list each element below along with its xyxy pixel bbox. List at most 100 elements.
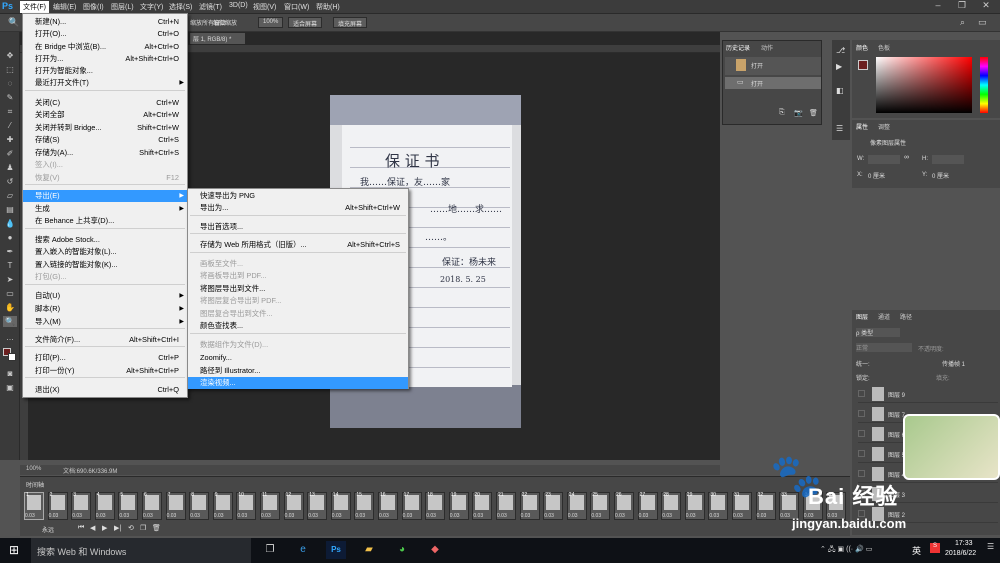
more-tools-icon[interactable]: … bbox=[3, 332, 17, 343]
minimize-icon[interactable]: – bbox=[926, 0, 950, 14]
windows-start-icon[interactable]: ⊞ bbox=[9, 543, 19, 557]
file-menu-item[interactable]: 自动(U) ▶ bbox=[23, 290, 187, 302]
export-menu-item[interactable]: 颜色查找表... bbox=[188, 320, 408, 332]
timeline-frame[interactable]: 24 0.03 bbox=[566, 492, 587, 520]
history-state-row[interactable]: ▭ 打开 bbox=[725, 77, 821, 89]
layer-filter-select[interactable]: ρ 类型 bbox=[856, 328, 900, 337]
notification-icon[interactable]: ☰ bbox=[987, 542, 994, 551]
menu-filter[interactable]: 滤镜(T) bbox=[196, 2, 225, 12]
y-field[interactable]: 0 厘米 bbox=[932, 171, 949, 180]
properties-panel-icon[interactable]: ☰ bbox=[836, 124, 843, 133]
stamp-tool-icon[interactable]: ♟ bbox=[3, 162, 17, 173]
tab-paths[interactable]: 路径 bbox=[900, 312, 912, 321]
file-menu-item[interactable]: 打开(O)... Ctrl+O bbox=[23, 28, 187, 40]
timeline-frame[interactable]: 25 0.03 bbox=[590, 492, 611, 520]
frame-duration[interactable]: 0.03 bbox=[568, 513, 578, 519]
frame-duration[interactable]: 0.03 bbox=[615, 513, 625, 519]
file-menu-item[interactable]: 最近打开文件(T) ▶ bbox=[23, 77, 187, 89]
marquee-tool-icon[interactable]: ⬚ bbox=[3, 64, 17, 75]
app-icon[interactable]: ◆ bbox=[425, 541, 445, 559]
history-snapshot-row[interactable]: 打开 bbox=[725, 57, 821, 75]
file-menu-item[interactable]: 打开为智能对象... bbox=[23, 65, 187, 77]
timeline-frame[interactable]: 26 0.03 bbox=[614, 492, 634, 520]
tab-history[interactable]: 历史记录 bbox=[726, 43, 750, 52]
duplicate-frame-icon[interactable]: ❐ bbox=[140, 524, 146, 532]
tab-adjustments[interactable]: 调整 bbox=[878, 122, 890, 131]
clock-date[interactable]: 2018/6/22 bbox=[945, 550, 976, 557]
timeline-frame[interactable]: 3 0.03 bbox=[71, 492, 92, 520]
frame-duration[interactable]: 0.03 bbox=[308, 513, 318, 519]
frame-duration[interactable]: 0.03 bbox=[662, 513, 672, 519]
frame-duration[interactable]: 0.03 bbox=[261, 513, 271, 519]
history-brush-icon[interactable]: ↺ bbox=[3, 176, 17, 187]
blur-tool-icon[interactable]: 💧 bbox=[3, 218, 17, 229]
clock-time[interactable]: 17:33 bbox=[955, 540, 973, 547]
timeline-frame[interactable]: 14 0.03 bbox=[330, 492, 351, 520]
menu-select[interactable]: 选择(S) bbox=[166, 2, 195, 12]
close-icon[interactable]: ✕ bbox=[974, 0, 998, 14]
timeline-frame[interactable]: 11 0.03 bbox=[260, 492, 280, 520]
delete-frame-icon[interactable]: 🗑 bbox=[152, 524, 161, 532]
sogou-icon[interactable]: S bbox=[930, 543, 940, 553]
workspace-icon[interactable]: ▭ bbox=[978, 17, 987, 28]
height-field[interactable] bbox=[932, 155, 964, 164]
first-frame-icon[interactable]: ⏮ bbox=[78, 524, 84, 532]
fit-screen-button[interactable]: 适合屏幕 bbox=[288, 17, 323, 28]
file-menu-item[interactable]: 在 Bridge 中浏览(B)... Alt+Ctrl+O bbox=[23, 41, 187, 53]
frame-duration[interactable]: 0.03 bbox=[591, 513, 601, 519]
taskbar-search[interactable]: 搜索 Web 和 Windows bbox=[31, 538, 251, 563]
next-frame-icon[interactable]: ▶| bbox=[114, 524, 121, 532]
width-field[interactable] bbox=[868, 155, 900, 164]
trash-icon[interactable]: 🗑 bbox=[809, 109, 818, 117]
export-menu-item[interactable]: Zoomify... bbox=[188, 352, 408, 364]
visibility-toggle[interactable] bbox=[858, 410, 865, 417]
timeline-frame[interactable]: 15 0.03 bbox=[354, 492, 375, 520]
path-select-icon[interactable]: ➤ bbox=[3, 274, 17, 285]
tab-actions[interactable]: 动作 bbox=[761, 43, 773, 52]
quick-select-tool-icon[interactable]: ✎ bbox=[3, 92, 17, 103]
timeline-frame[interactable]: 8 0.03 bbox=[189, 492, 210, 520]
dodge-tool-icon[interactable]: ● bbox=[3, 232, 17, 243]
healing-tool-icon[interactable]: ✚ bbox=[3, 134, 17, 145]
frame-duration[interactable]: 0.03 bbox=[473, 513, 483, 519]
actions-panel-icon[interactable]: ▶ bbox=[836, 62, 842, 71]
visibility-toggle[interactable] bbox=[858, 450, 865, 457]
hand-tool-icon[interactable]: ✋ bbox=[3, 302, 17, 313]
timeline-frame[interactable]: 7 0.03 bbox=[165, 492, 186, 520]
file-menu-item[interactable]: 存储为(A)... Shift+Ctrl+S bbox=[23, 147, 187, 159]
menu-help[interactable]: 帮助(H) bbox=[313, 2, 343, 12]
timeline-frame[interactable]: 16 0.03 bbox=[378, 492, 398, 520]
restore-icon[interactable]: ❐ bbox=[950, 0, 974, 14]
file-menu-item[interactable]: 打开为... Alt+Shift+Ctrl+O bbox=[23, 53, 187, 65]
timeline-frame[interactable]: 31 0.03 bbox=[732, 492, 752, 520]
propagate-frame-checkbox[interactable]: 传播帧 1 bbox=[942, 359, 965, 368]
timeline-frame[interactable]: 10 0.03 bbox=[236, 492, 257, 520]
frame-duration[interactable]: 0.03 bbox=[119, 513, 129, 519]
photoshop-taskbar-icon[interactable]: Ps bbox=[326, 541, 346, 559]
frame-duration[interactable]: 0.03 bbox=[72, 513, 82, 519]
frame-duration[interactable]: 0.03 bbox=[521, 513, 531, 519]
visibility-toggle[interactable] bbox=[858, 390, 865, 397]
frame-duration[interactable]: 0.03 bbox=[686, 513, 696, 519]
file-menu-item[interactable]: 在 Behance 上共享(D)... bbox=[23, 215, 187, 227]
frame-duration[interactable]: 0.03 bbox=[190, 513, 200, 519]
screen-mode-icon[interactable]: ▣ bbox=[3, 382, 17, 393]
frame-duration[interactable]: 0.03 bbox=[757, 513, 767, 519]
frame-duration[interactable]: 0.03 bbox=[544, 513, 554, 519]
file-menu-item[interactable]: 置入链接的智能对象(K)... bbox=[23, 259, 187, 271]
file-menu-item[interactable]: 文件简介(F)... Alt+Shift+Ctrl+I bbox=[23, 334, 187, 346]
timeline-frame[interactable]: 5 0.03 bbox=[118, 492, 139, 520]
frame-duration[interactable]: 0.03 bbox=[214, 513, 224, 519]
file-menu-item[interactable]: 存储(S) Ctrl+S bbox=[23, 134, 187, 146]
export-menu-item[interactable]: 导出为... Alt+Shift+Ctrl+W bbox=[188, 202, 408, 214]
timeline-frame[interactable]: 22 0.03 bbox=[519, 492, 540, 520]
zoom-tool-icon[interactable]: 🔍 bbox=[8, 17, 19, 28]
fine-zoom-checkbox[interactable]: 细微缩放 bbox=[213, 18, 237, 27]
export-menu-item[interactable]: 导出首选项... bbox=[188, 221, 408, 233]
timeline-frame[interactable]: 23 0.03 bbox=[543, 492, 564, 520]
timeline-frame[interactable]: 9 0.03 bbox=[212, 492, 233, 520]
timeline-frame[interactable]: 12 0.03 bbox=[283, 492, 304, 520]
export-menu-item[interactable]: 将图层导出到文件... bbox=[188, 283, 408, 295]
menu-3d[interactable]: 3D(D) bbox=[226, 2, 251, 9]
export-menu-item[interactable]: 快速导出为 PNG bbox=[188, 190, 408, 202]
